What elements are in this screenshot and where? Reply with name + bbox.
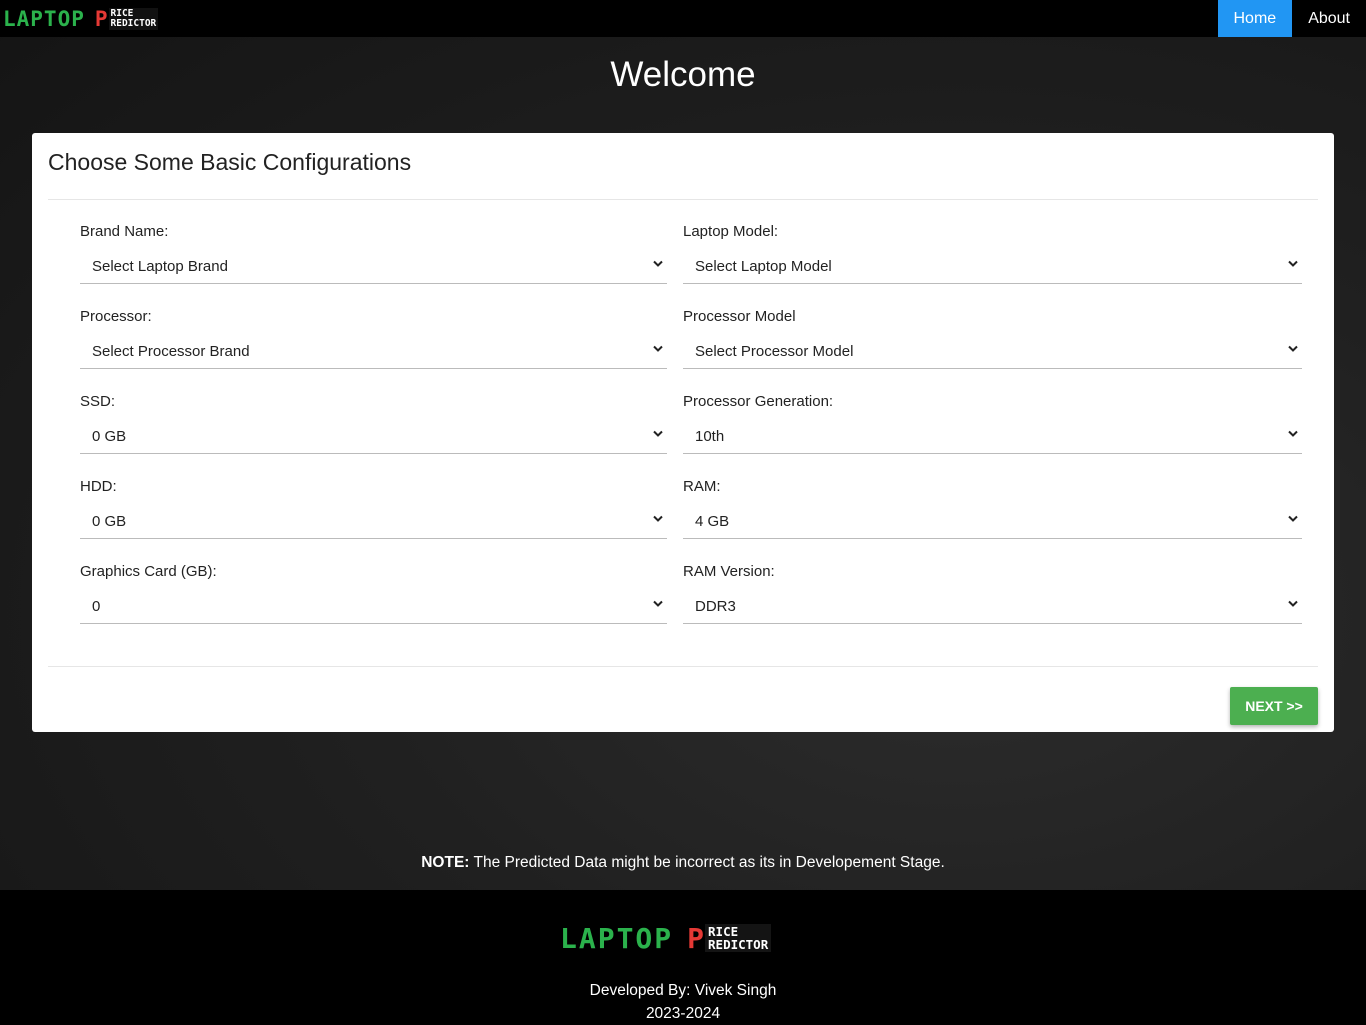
hdd-label: HDD:	[80, 478, 117, 495]
brand-label: Brand Name:	[80, 223, 169, 240]
processor-select[interactable]: Select Processor Brand	[80, 334, 667, 369]
footer-logo-text-laptop: LAPTOP	[560, 921, 674, 955]
processor-select-value: Select Processor Brand	[92, 342, 250, 360]
processor-field: Processor: Select Processor Brand	[80, 307, 667, 369]
ssd-select-value: 0 GB	[92, 427, 127, 445]
chevron-down-icon	[1288, 515, 1298, 523]
ram-version-select[interactable]: DDR3	[683, 589, 1302, 624]
copyright-year: 2023-2024	[645, 1005, 721, 1022]
hdd-field: HDD: 0 GB	[80, 477, 667, 539]
card-footer-divider	[48, 666, 1318, 667]
ssd-label: SSD:	[80, 393, 116, 410]
model-select[interactable]: Select Laptop Model	[683, 249, 1302, 284]
brand-field: Brand Name: Select Laptop Brand	[80, 222, 667, 284]
logo-sub-line1: RICE	[110, 7, 134, 19]
model-field: Laptop Model: Select Laptop Model	[683, 222, 1302, 284]
chevron-down-icon	[1288, 345, 1298, 353]
ram-version-field: RAM Version: DDR3	[683, 562, 1302, 624]
ram-version-label: RAM Version:	[683, 563, 775, 580]
graphics-field: Graphics Card (GB): 0	[80, 562, 667, 624]
ram-select[interactable]: 4 GB	[683, 504, 1302, 539]
processor-model-select-value: Select Processor Model	[695, 342, 854, 360]
developer-credit: Developed By: Vivek Singh	[589, 982, 777, 999]
chevron-down-icon	[653, 345, 663, 353]
graphics-select[interactable]: 0	[80, 589, 667, 624]
ram-field: RAM: 4 GB	[683, 477, 1302, 539]
card-header-divider	[48, 199, 1318, 200]
navbar: LAPTOP P RICE REDICTOR Home About	[0, 0, 1366, 37]
processor-generation-select[interactable]: 10th	[683, 419, 1302, 454]
note-text: NOTE: The Predicted Data might be incorr…	[0, 854, 1366, 872]
chevron-down-icon	[653, 260, 663, 268]
hdd-select[interactable]: 0 GB	[80, 504, 667, 539]
processor-generation-select-value: 10th	[695, 427, 725, 445]
hdd-select-value: 0 GB	[92, 512, 127, 530]
model-label: Laptop Model:	[683, 223, 779, 240]
logo-text-laptop: LAPTOP	[3, 6, 85, 31]
card-title: Choose Some Basic Configurations	[48, 149, 412, 175]
ram-version-select-value: DDR3	[695, 597, 736, 615]
processor-model-label: Processor Model	[683, 308, 796, 325]
welcome-heading: Welcome	[610, 55, 756, 94]
next-button[interactable]: NEXT >>	[1230, 687, 1318, 725]
processor-label: Processor:	[80, 308, 152, 325]
footer-logo: LAPTOP P RICE REDICTOR	[560, 921, 772, 955]
brand-select-value: Select Laptop Brand	[92, 257, 228, 275]
note-message: The Predicted Data might be incorrect as…	[469, 854, 945, 871]
chevron-down-icon	[653, 515, 663, 523]
chevron-down-icon	[653, 430, 663, 438]
footer-logo-letter-p: P	[687, 921, 705, 955]
nav-about-link[interactable]: About	[1292, 0, 1366, 37]
ram-select-value: 4 GB	[695, 512, 730, 530]
processor-model-field: Processor Model Select Processor Model	[683, 307, 1302, 369]
chevron-down-icon	[653, 600, 663, 608]
footer: LAPTOP P RICE REDICTOR Developed By: Viv…	[0, 890, 1366, 1025]
nav-links: Home About	[1217, 0, 1366, 37]
graphics-select-value: 0	[92, 597, 101, 615]
logo-letter-p: P	[94, 6, 108, 31]
nav-home-link[interactable]: Home	[1217, 0, 1293, 37]
note-prefix: NOTE:	[421, 854, 470, 871]
chevron-down-icon	[1288, 430, 1298, 438]
chevron-down-icon	[1288, 600, 1298, 608]
logo-sub-line2: REDICTOR	[110, 17, 157, 29]
ssd-select[interactable]: 0 GB	[80, 419, 667, 454]
processor-generation-label: Processor Generation:	[683, 393, 834, 410]
chevron-down-icon	[1288, 260, 1298, 268]
ssd-field: SSD: 0 GB	[80, 392, 667, 454]
brand-select[interactable]: Select Laptop Brand	[80, 249, 667, 284]
brand-logo[interactable]: LAPTOP P RICE REDICTOR	[0, 0, 159, 37]
processor-generation-field: Processor Generation: 10th	[683, 392, 1302, 454]
footer-logo-subtext: RICE REDICTOR	[705, 924, 772, 952]
logo-subtext: RICE REDICTOR	[108, 7, 159, 30]
graphics-label: Graphics Card (GB):	[80, 563, 217, 580]
processor-model-select[interactable]: Select Processor Model	[683, 334, 1302, 369]
ram-label: RAM:	[683, 478, 721, 495]
configuration-card: Choose Some Basic Configurations Brand N…	[32, 133, 1334, 732]
model-select-value: Select Laptop Model	[695, 257, 832, 275]
footer-logo-sub-line2: REDICTOR	[708, 937, 769, 952]
